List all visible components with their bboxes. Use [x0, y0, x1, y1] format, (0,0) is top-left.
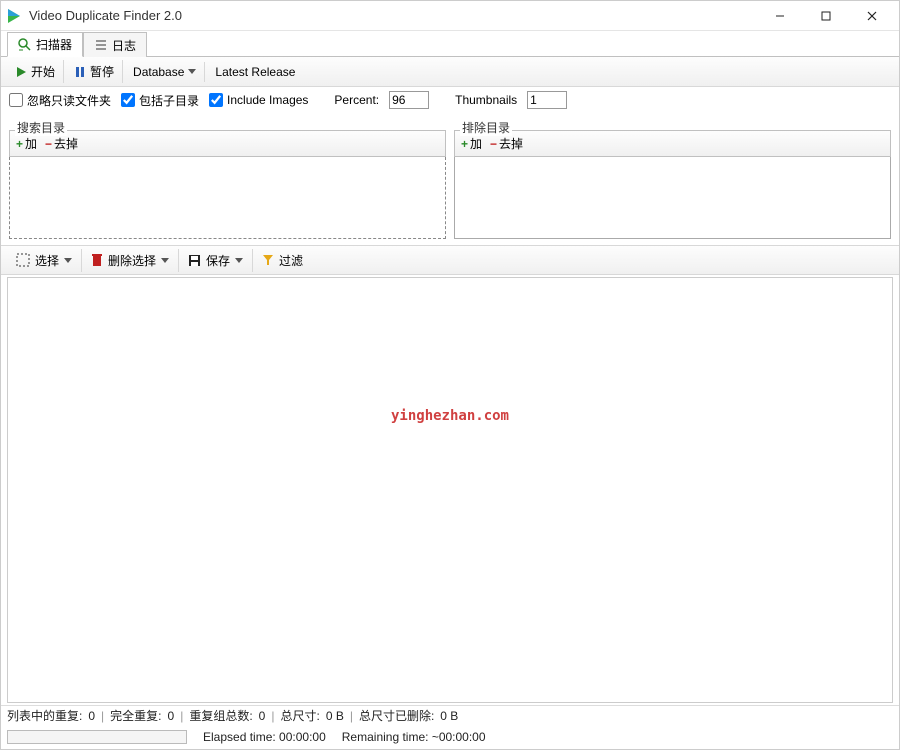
pause-button[interactable]: 暂停 [66, 60, 123, 83]
minus-icon: − [45, 137, 52, 151]
chevron-down-icon [188, 69, 196, 74]
exclude-dirs-title: 排除目录 [460, 119, 512, 136]
exclude-add-label: 加 [470, 135, 482, 152]
chevron-down-icon [64, 258, 72, 263]
status-bar: 列表中的重复: 0| 完全重复: 0| 重复组总数: 0| 总尺寸: 0 B| … [1, 705, 899, 725]
database-label: Database [133, 65, 184, 79]
tab-log[interactable]: 日志 [83, 32, 147, 57]
thumbnails-input[interactable] [527, 91, 567, 109]
elapsed-label: Elapsed time: [203, 730, 276, 744]
filter-button[interactable]: 过滤 [253, 249, 312, 272]
exclude-dirs-list[interactable] [454, 157, 891, 239]
options-row: 忽略只读文件夹 包括子目录 Include Images Percent: Th… [1, 87, 899, 113]
results-toolbar: 选择 删除选择 保存 过滤 [1, 245, 899, 275]
selection-icon [16, 253, 30, 267]
total-size-value: 0 B [326, 709, 344, 723]
titlebar: Video Duplicate Finder 2.0 [1, 1, 899, 31]
save-icon [188, 254, 201, 267]
delete-selection-dropdown[interactable]: 删除选择 [82, 249, 179, 272]
exclude-dirs-toolbar: +加 −去掉 [454, 130, 891, 157]
percent-label: Percent: [334, 93, 379, 107]
results-area[interactable]: yinghezhan.com [7, 277, 893, 703]
select-dropdown[interactable]: 选择 [7, 249, 82, 272]
groups-value: 0 [259, 709, 266, 723]
tab-log-label: 日志 [112, 37, 136, 54]
progress-bar-row: Elapsed time: 00:00:00 Remaining time: ~… [1, 725, 899, 749]
maximize-button[interactable] [803, 1, 849, 31]
deleted-size-label: 总尺寸已删除: [359, 707, 434, 724]
search-dirs-title: 搜索目录 [15, 119, 67, 136]
save-label: 保存 [206, 252, 230, 269]
watermark-text: yinghezhan.com [8, 408, 892, 424]
minus-icon: − [490, 137, 497, 151]
minimize-button[interactable] [757, 1, 803, 31]
tab-strip: 扫描器 日志 [1, 31, 899, 57]
progress-bar [7, 730, 187, 744]
delete-selection-label: 删除选择 [108, 252, 156, 269]
groups-label: 重复组总数: [189, 707, 252, 724]
percent-input[interactable] [389, 91, 429, 109]
close-button[interactable] [849, 1, 895, 31]
elapsed-value: 00:00:00 [279, 730, 326, 744]
start-label: 开始 [31, 63, 55, 80]
exclude-remove-label: 去掉 [499, 135, 523, 152]
total-size-label: 总尺寸: [280, 707, 319, 724]
dup-in-list-value: 0 [88, 709, 95, 723]
pause-icon [74, 66, 86, 78]
remaining-value: ~00:00:00 [432, 730, 486, 744]
search-remove-button[interactable]: −去掉 [45, 135, 78, 152]
search-dirs-toolbar: +加 −去掉 [9, 130, 446, 157]
exclude-dirs-panel: 排除目录 +加 −去掉 [454, 113, 891, 239]
plus-icon: + [16, 137, 23, 151]
trash-icon [91, 253, 103, 267]
plus-icon: + [461, 137, 468, 151]
select-label: 选择 [35, 252, 59, 269]
include-images-label: Include Images [227, 93, 308, 107]
ignore-readonly-label: 忽略只读文件夹 [27, 92, 111, 109]
search-add-button[interactable]: +加 [16, 135, 37, 152]
full-dup-value: 0 [168, 709, 175, 723]
remaining-label: Remaining time: [342, 730, 429, 744]
exclude-remove-button[interactable]: −去掉 [490, 135, 523, 152]
window-title: Video Duplicate Finder 2.0 [29, 8, 757, 23]
latest-release-button[interactable]: Latest Release [207, 62, 303, 82]
save-dropdown[interactable]: 保存 [179, 249, 253, 272]
exclude-add-button[interactable]: +加 [461, 135, 482, 152]
tab-scanner-label: 扫描器 [36, 36, 72, 53]
full-dup-label: 完全重复: [110, 707, 161, 724]
pause-label: 暂停 [90, 63, 114, 80]
filter-icon [262, 254, 274, 266]
chevron-down-icon [235, 258, 243, 263]
thumbnails-label: Thumbnails [455, 93, 517, 107]
tab-scanner[interactable]: 扫描器 [7, 32, 83, 57]
log-icon [94, 38, 108, 52]
deleted-size-value: 0 B [440, 709, 458, 723]
include-images-checkbox[interactable]: Include Images [209, 93, 308, 107]
chevron-down-icon [161, 258, 169, 263]
include-subdirs-checkbox[interactable]: 包括子目录 [121, 92, 199, 109]
scanner-icon [18, 38, 32, 52]
play-icon [15, 66, 27, 78]
dup-in-list-label: 列表中的重复: [7, 707, 82, 724]
search-add-label: 加 [25, 135, 37, 152]
search-dirs-panel: 搜索目录 +加 −去掉 [9, 113, 446, 239]
latest-release-label: Latest Release [215, 65, 295, 79]
filter-label: 过滤 [279, 252, 303, 269]
start-button[interactable]: 开始 [7, 60, 64, 83]
search-dirs-list[interactable] [9, 157, 446, 239]
directory-panels: 搜索目录 +加 −去掉 排除目录 +加 −去掉 [1, 113, 899, 245]
main-toolbar: 开始 暂停 Database Latest Release [1, 57, 899, 87]
ignore-readonly-checkbox[interactable]: 忽略只读文件夹 [9, 92, 111, 109]
database-dropdown[interactable]: Database [125, 62, 205, 82]
include-subdirs-label: 包括子目录 [139, 92, 199, 109]
search-remove-label: 去掉 [54, 135, 78, 152]
app-logo-icon [5, 7, 23, 25]
